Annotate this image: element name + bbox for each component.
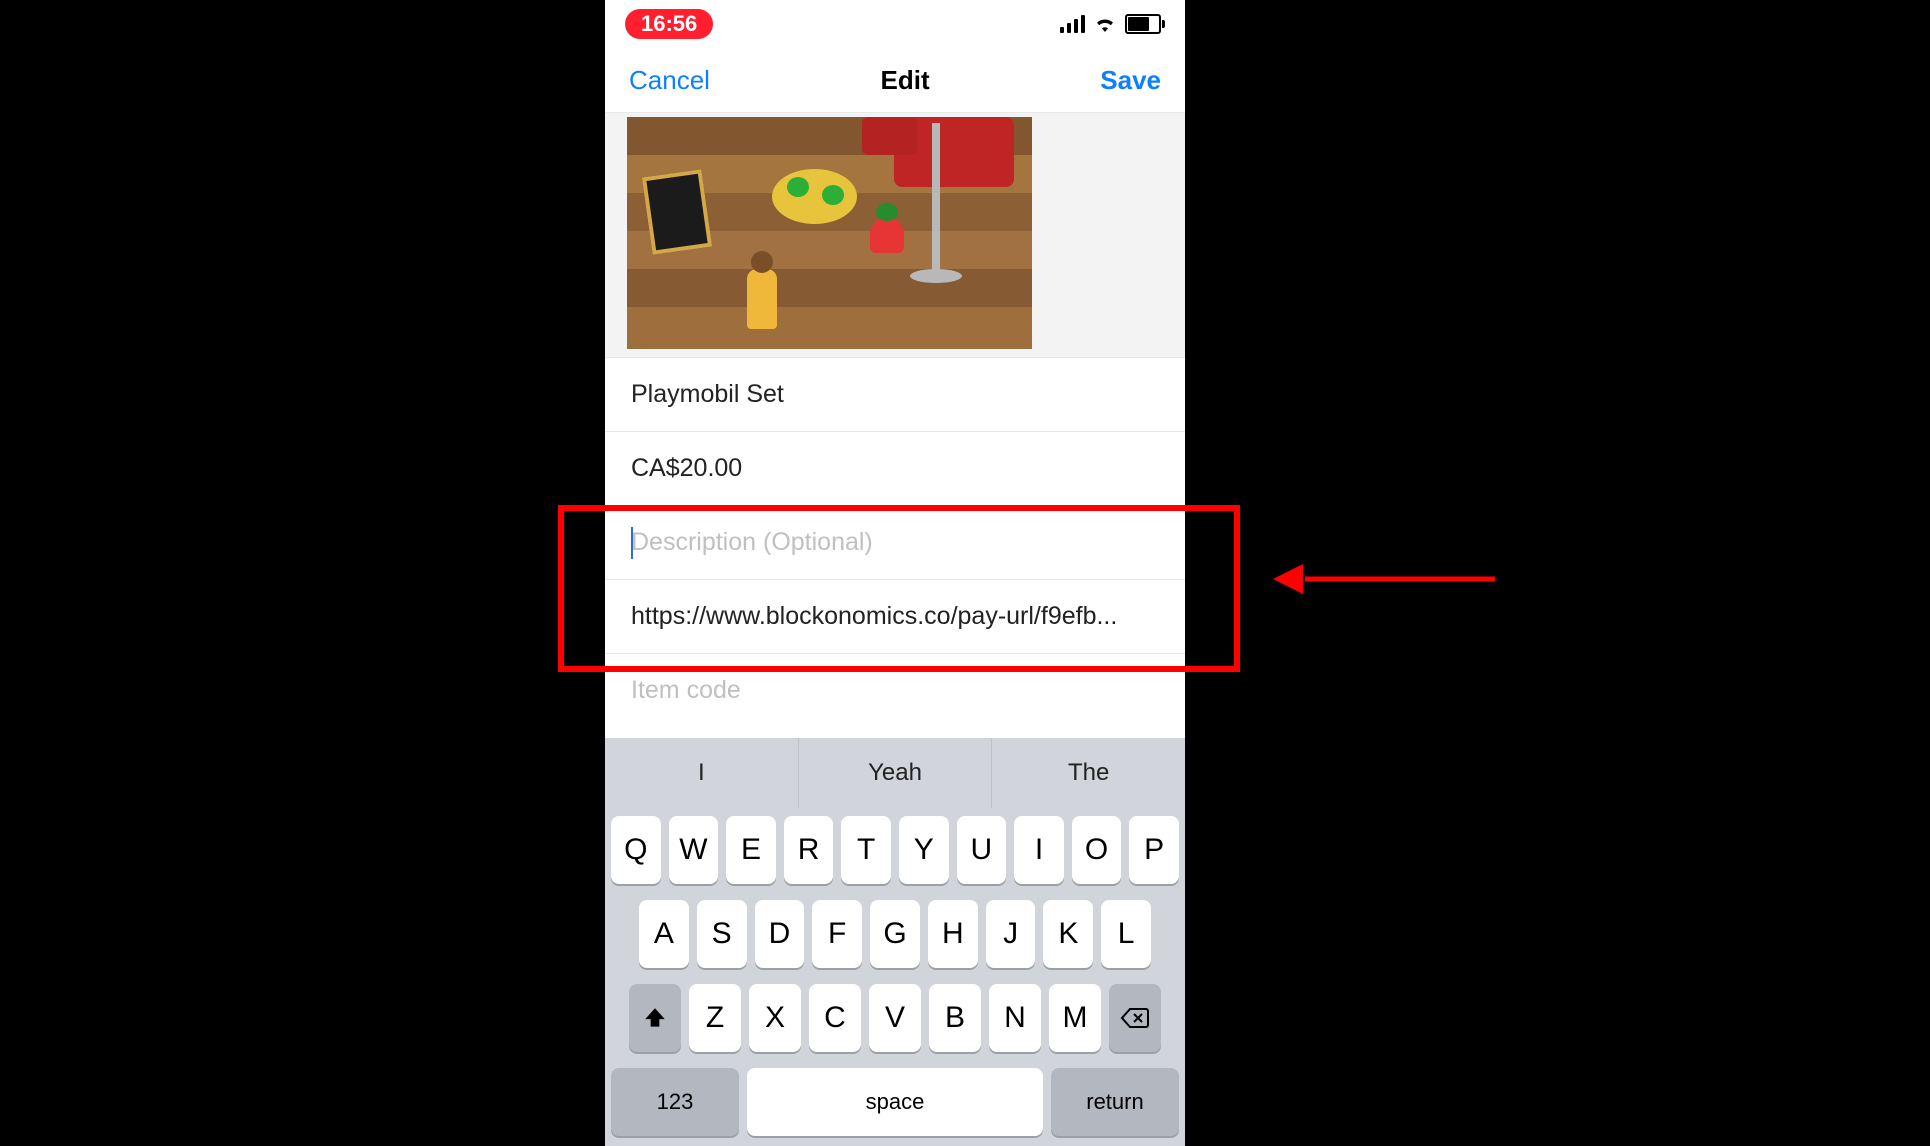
key-g[interactable]: G xyxy=(870,900,920,968)
keyboard-suggestions: I Yeah The xyxy=(605,738,1185,808)
status-icons xyxy=(1060,14,1165,34)
suggestion-3[interactable]: The xyxy=(992,738,1185,808)
key-o[interactable]: O xyxy=(1072,816,1122,884)
suggestion-2[interactable]: Yeah xyxy=(799,738,993,808)
nav-bar: Cancel Edit Save xyxy=(605,48,1185,113)
item-description-field[interactable] xyxy=(605,506,1185,579)
key-n[interactable]: N xyxy=(989,984,1041,1052)
key-u[interactable]: U xyxy=(957,816,1007,884)
status-bar: 16:56 xyxy=(605,0,1185,48)
key-t[interactable]: T xyxy=(841,816,891,884)
key-w[interactable]: W xyxy=(669,816,719,884)
battery-icon xyxy=(1125,14,1165,34)
suggestion-1[interactable]: I xyxy=(605,738,799,808)
item-price-field[interactable] xyxy=(605,432,1185,505)
product-image-row[interactable] xyxy=(605,113,1185,357)
key-y[interactable]: Y xyxy=(899,816,949,884)
space-key[interactable]: space xyxy=(747,1068,1043,1136)
key-s[interactable]: S xyxy=(697,900,747,968)
text-cursor-icon xyxy=(631,527,633,559)
item-code-field[interactable] xyxy=(605,654,1185,727)
save-button[interactable]: Save xyxy=(1100,65,1161,96)
key-d[interactable]: D xyxy=(755,900,805,968)
key-l[interactable]: L xyxy=(1101,900,1151,968)
key-i[interactable]: I xyxy=(1014,816,1064,884)
page-title: Edit xyxy=(881,65,930,96)
key-x[interactable]: X xyxy=(749,984,801,1052)
key-a[interactable]: A xyxy=(639,900,689,968)
key-m[interactable]: M xyxy=(1049,984,1101,1052)
cancel-button[interactable]: Cancel xyxy=(629,65,710,96)
key-b[interactable]: B xyxy=(929,984,981,1052)
annotation-arrow-icon xyxy=(1275,564,1495,594)
wifi-icon xyxy=(1093,15,1117,33)
key-p[interactable]: P xyxy=(1129,816,1179,884)
recording-time-pill: 16:56 xyxy=(625,9,713,39)
product-image-thumbnail[interactable] xyxy=(627,117,1032,349)
key-f[interactable]: F xyxy=(812,900,862,968)
key-z[interactable]: Z xyxy=(689,984,741,1052)
key-c[interactable]: C xyxy=(809,984,861,1052)
key-j[interactable]: J xyxy=(986,900,1036,968)
backspace-key[interactable] xyxy=(1109,984,1161,1052)
ios-keyboard: I Yeah The Q W E R T Y U I O P A xyxy=(605,738,1185,1146)
key-h[interactable]: H xyxy=(928,900,978,968)
return-key[interactable]: return xyxy=(1051,1068,1179,1136)
key-r[interactable]: R xyxy=(784,816,834,884)
key-q[interactable]: Q xyxy=(611,816,661,884)
cellular-signal-icon xyxy=(1060,15,1085,33)
phone-screen: 16:56 Cancel Edit Save xyxy=(605,0,1185,1146)
key-v[interactable]: V xyxy=(869,984,921,1052)
key-k[interactable]: K xyxy=(1043,900,1093,968)
item-url-field[interactable] xyxy=(605,580,1185,653)
item-name-field[interactable] xyxy=(605,358,1185,431)
shift-key[interactable] xyxy=(629,984,681,1052)
numbers-key[interactable]: 123 xyxy=(611,1068,739,1136)
key-e[interactable]: E xyxy=(726,816,776,884)
